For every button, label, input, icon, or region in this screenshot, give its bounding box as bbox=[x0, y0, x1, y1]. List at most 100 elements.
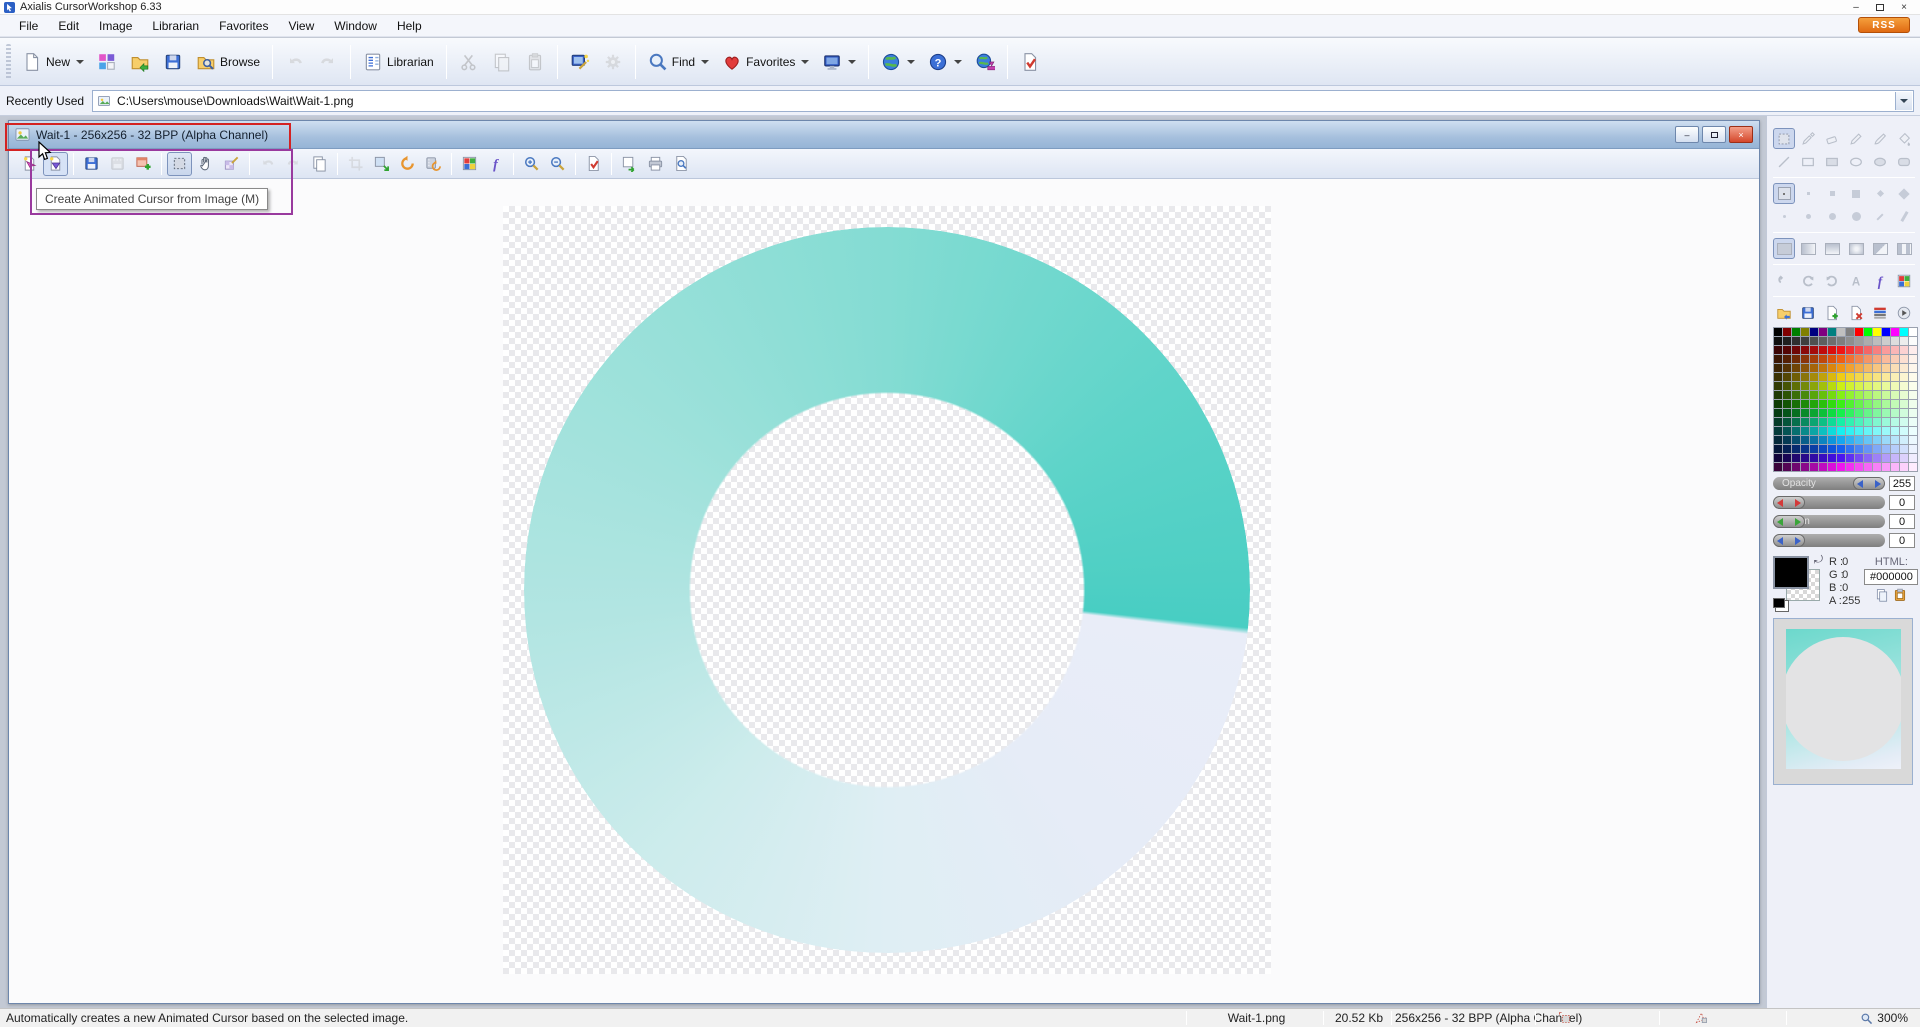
palette-color[interactable] bbox=[1810, 391, 1818, 399]
palette-color[interactable] bbox=[1819, 328, 1827, 336]
palette-color[interactable] bbox=[1891, 382, 1899, 390]
palette-color[interactable] bbox=[1900, 409, 1908, 417]
palette-color[interactable] bbox=[1900, 418, 1908, 426]
red-slider-thumb[interactable] bbox=[1773, 496, 1805, 509]
palette-color[interactable] bbox=[1873, 355, 1881, 363]
palette-color[interactable] bbox=[1837, 328, 1845, 336]
palette-color[interactable] bbox=[1783, 382, 1791, 390]
palette-color[interactable] bbox=[1900, 337, 1908, 345]
menu-item-file[interactable]: File bbox=[10, 17, 47, 35]
palette-color[interactable] bbox=[1828, 373, 1836, 381]
palette-color[interactable] bbox=[1909, 454, 1917, 462]
palette-color[interactable] bbox=[1828, 454, 1836, 462]
palette-color[interactable] bbox=[1819, 463, 1827, 471]
select-button[interactable] bbox=[167, 152, 192, 176]
green-slider[interactable]: Green bbox=[1773, 515, 1885, 528]
palette-color[interactable] bbox=[1801, 391, 1809, 399]
opacity-slider-thumb[interactable] bbox=[1853, 477, 1885, 490]
palette-color[interactable] bbox=[1792, 445, 1800, 453]
palette-color[interactable] bbox=[1828, 445, 1836, 453]
palette-color[interactable] bbox=[1846, 337, 1854, 345]
palette-color[interactable] bbox=[1891, 328, 1899, 336]
palette-color[interactable] bbox=[1864, 364, 1872, 372]
palette-color[interactable] bbox=[1774, 382, 1782, 390]
test-cursor-button[interactable] bbox=[1014, 46, 1046, 78]
opacity-value[interactable]: 255 bbox=[1889, 476, 1915, 491]
palette-color[interactable] bbox=[1801, 445, 1809, 453]
palette-color[interactable] bbox=[1810, 346, 1818, 354]
palette-color[interactable] bbox=[1792, 463, 1800, 471]
palette-color[interactable] bbox=[1873, 445, 1881, 453]
palette-color[interactable] bbox=[1774, 364, 1782, 372]
palette-color[interactable] bbox=[1801, 328, 1809, 336]
palette-color[interactable] bbox=[1846, 445, 1854, 453]
palette-color[interactable] bbox=[1783, 409, 1791, 417]
palette-color[interactable] bbox=[1891, 364, 1899, 372]
palette-color[interactable] bbox=[1810, 337, 1818, 345]
help-button[interactable]: ? bbox=[922, 46, 968, 78]
palette-color[interactable] bbox=[1810, 463, 1818, 471]
palette-color[interactable] bbox=[1882, 364, 1890, 372]
palette-color[interactable] bbox=[1855, 364, 1863, 372]
palette-more-button[interactable] bbox=[1894, 303, 1915, 323]
palette-delete-button[interactable] bbox=[1846, 303, 1867, 323]
palette-color[interactable] bbox=[1801, 400, 1809, 408]
palette-color[interactable] bbox=[1891, 463, 1899, 471]
palette-color[interactable] bbox=[1783, 364, 1791, 372]
palette-color[interactable] bbox=[1810, 328, 1818, 336]
palette-color[interactable] bbox=[1873, 373, 1881, 381]
palette-color[interactable] bbox=[1882, 454, 1890, 462]
palette-color[interactable] bbox=[1882, 409, 1890, 417]
palette-color[interactable] bbox=[1819, 382, 1827, 390]
swap-colors-icon[interactable]: ⤾ bbox=[1814, 554, 1823, 567]
palette-color[interactable] bbox=[1882, 373, 1890, 381]
palette-color[interactable] bbox=[1900, 436, 1908, 444]
palette-color[interactable] bbox=[1873, 364, 1881, 372]
palette-color[interactable] bbox=[1900, 400, 1908, 408]
palette-color[interactable] bbox=[1909, 418, 1917, 426]
palette-color[interactable] bbox=[1882, 436, 1890, 444]
palette-color[interactable] bbox=[1828, 427, 1836, 435]
palette-color[interactable] bbox=[1774, 427, 1782, 435]
palette-color[interactable] bbox=[1783, 346, 1791, 354]
palette-color[interactable] bbox=[1846, 418, 1854, 426]
display-mode-button[interactable] bbox=[816, 46, 862, 78]
palette-color[interactable] bbox=[1774, 409, 1782, 417]
palette-color[interactable] bbox=[1792, 409, 1800, 417]
browse-button[interactable]: Browse bbox=[190, 46, 266, 78]
palette-color[interactable] bbox=[1837, 454, 1845, 462]
palette-color[interactable] bbox=[1792, 328, 1800, 336]
palette-color[interactable] bbox=[1864, 373, 1872, 381]
minimize-button[interactable]: – bbox=[1844, 0, 1868, 15]
palette-color[interactable] bbox=[1873, 409, 1881, 417]
palette-color[interactable] bbox=[1828, 391, 1836, 399]
palette-color[interactable] bbox=[1810, 400, 1818, 408]
palette-color[interactable] bbox=[1873, 463, 1881, 471]
open-import-button[interactable] bbox=[124, 46, 156, 78]
palette-color[interactable] bbox=[1909, 436, 1917, 444]
palette-color[interactable] bbox=[1801, 355, 1809, 363]
palette-color[interactable] bbox=[1855, 454, 1863, 462]
palette-color[interactable] bbox=[1864, 337, 1872, 345]
palette-color[interactable] bbox=[1792, 346, 1800, 354]
palette-color[interactable] bbox=[1774, 436, 1782, 444]
palette-color[interactable] bbox=[1774, 463, 1782, 471]
palette-color[interactable] bbox=[1792, 436, 1800, 444]
palette-color[interactable] bbox=[1783, 391, 1791, 399]
palette-color[interactable] bbox=[1801, 337, 1809, 345]
palette-color[interactable] bbox=[1846, 409, 1854, 417]
menu-item-favorites[interactable]: Favorites bbox=[210, 17, 277, 35]
palette-color[interactable] bbox=[1810, 454, 1818, 462]
effects-tool-button[interactable]: f bbox=[1869, 270, 1891, 291]
check-updates-button[interactable] bbox=[969, 46, 1001, 78]
web-button[interactable] bbox=[875, 46, 921, 78]
palette-color[interactable] bbox=[1837, 382, 1845, 390]
palette-color[interactable] bbox=[1792, 427, 1800, 435]
document-minimize-button[interactable]: – bbox=[1675, 126, 1699, 143]
palette-color[interactable] bbox=[1846, 328, 1854, 336]
palette-color[interactable] bbox=[1819, 454, 1827, 462]
save-button[interactable] bbox=[79, 152, 104, 176]
palette-color[interactable] bbox=[1837, 346, 1845, 354]
palette-color[interactable] bbox=[1792, 418, 1800, 426]
color-palette-button[interactable] bbox=[457, 152, 482, 176]
